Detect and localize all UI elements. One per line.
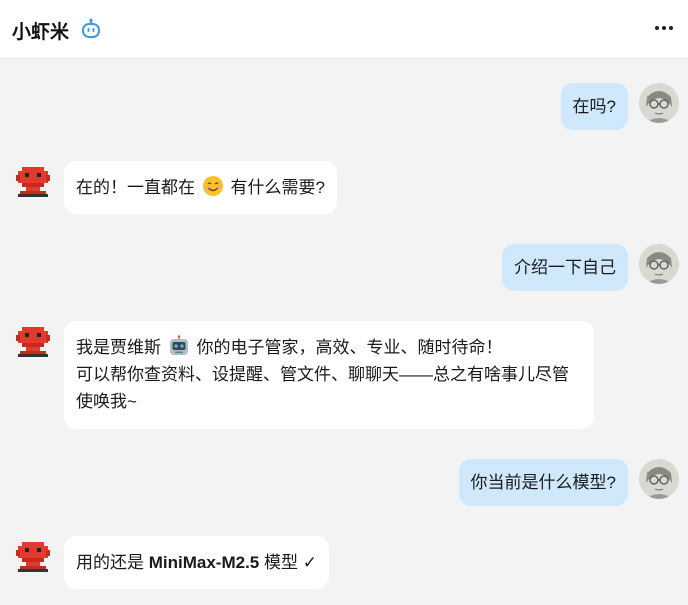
smiling-face-emoji bbox=[202, 176, 223, 196]
bot-avatar bbox=[16, 542, 50, 572]
message-text-part: 我是贾维斯 bbox=[76, 338, 161, 357]
user-avatar-image bbox=[639, 459, 679, 499]
message-text: 在吗? bbox=[572, 97, 616, 116]
more-horizontal-icon bbox=[655, 26, 659, 30]
chat-title: 小虾米 bbox=[12, 22, 70, 43]
user-avatar-image bbox=[639, 83, 679, 123]
message-bubble-user: 介绍一下自己 bbox=[502, 244, 628, 291]
chat-header: 小虾米 bbox=[0, 0, 688, 59]
message-text-part: 有什么需要? bbox=[230, 178, 325, 197]
message-bubble-user: 你当前是什么模型? bbox=[458, 459, 628, 506]
message-bubble-bot: 用的还是 MiniMax-M2.5 模型 ✓ bbox=[64, 536, 329, 589]
bot-avatar bbox=[16, 327, 50, 357]
model-name: MiniMax-M2.5 bbox=[148, 553, 260, 572]
message-text-part: 可以帮你查资料、设提醒、管文件、聊聊天——总之有啥事儿尽管使唤我~ bbox=[76, 365, 569, 411]
message-bubble-bot: 在的！一直都在 有什么需要? bbox=[64, 161, 337, 214]
message-bubble-bot: 我是贾维斯 你的电子管家，高效、专业、随时待命！ 可以帮你查资料、设提醒、管文件… bbox=[64, 321, 594, 429]
bot-avatar bbox=[16, 167, 50, 197]
more-options-button[interactable] bbox=[650, 14, 678, 42]
message-list[interactable]: 在吗? 在的！一直都在 有什么需要? 介绍一下自己 我是贾维斯 你的电子管家，高… bbox=[0, 59, 688, 605]
robot-icon bbox=[82, 18, 100, 38]
user-avatar[interactable] bbox=[639, 244, 679, 284]
message-text-part: 你的电子管家，高效、专业、随时待命！ bbox=[196, 338, 503, 357]
robot-face-emoji bbox=[169, 335, 188, 355]
message-text-part: 在的！一直都在 bbox=[76, 178, 195, 197]
message-text: 你当前是什么模型? bbox=[470, 473, 616, 492]
message-text-part: 模型 ✓ bbox=[264, 553, 317, 572]
message-text-part: 用的还是 bbox=[76, 553, 144, 572]
user-avatar[interactable] bbox=[639, 83, 679, 123]
user-avatar-image bbox=[639, 244, 679, 284]
message-bubble-user: 在吗? bbox=[560, 83, 628, 130]
message-text: 介绍一下自己 bbox=[514, 258, 616, 277]
user-avatar[interactable] bbox=[639, 459, 679, 499]
